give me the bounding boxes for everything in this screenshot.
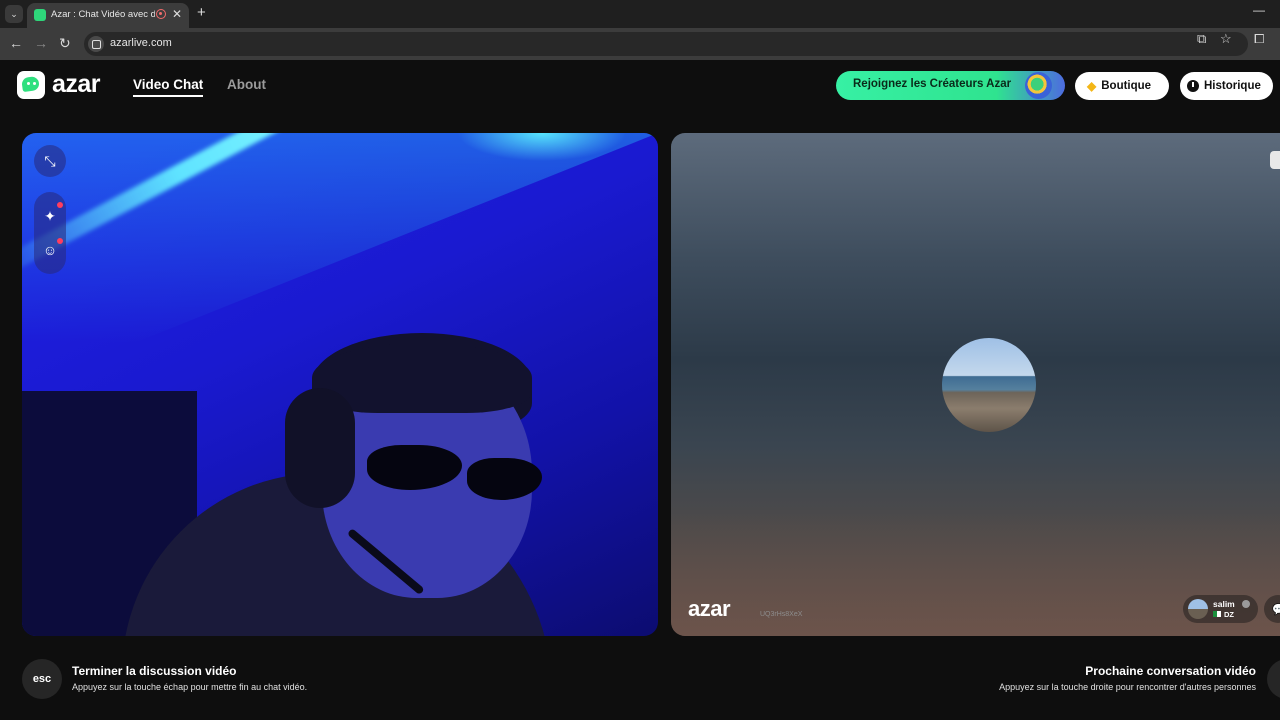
browser-address-bar: ← → ↻ azarlive.com ⧉ ☆ ⧠: [0, 28, 1280, 60]
next-key-button[interactable]: [1267, 659, 1280, 699]
esc-key-button[interactable]: esc: [22, 659, 62, 699]
chat-bubble-icon: 💬: [1272, 603, 1280, 616]
azar-logo-icon[interactable]: [17, 71, 45, 99]
tab-list-button[interactable]: ⌄: [5, 5, 23, 23]
remote-user-country: DZ: [1224, 610, 1234, 619]
minimize-window-button[interactable]: —: [1253, 3, 1265, 17]
minimize-video-button[interactable]: ⤡: [34, 145, 66, 177]
collapse-icon: ⤡: [44, 152, 56, 169]
azar-logo-text[interactable]: azar: [52, 70, 101, 99]
recording-icon: [156, 9, 166, 19]
creators-badge-icon: [1025, 72, 1052, 99]
face-mask-icon: ☺: [42, 242, 58, 258]
gem-icon: ◆: [1087, 79, 1097, 93]
close-tab-icon[interactable]: ✕: [172, 7, 182, 21]
nav-about[interactable]: About: [227, 77, 266, 92]
browser-tab-azar[interactable]: Azar : Chat Vidéo avec de n ✕: [27, 3, 189, 28]
extensions-icon[interactable]: ⧠: [1254, 31, 1264, 47]
algeria-flag-icon: [1213, 611, 1221, 617]
boutique-button[interactable]: ◆ Boutique: [1075, 72, 1169, 100]
remote-user-avatar: [942, 338, 1036, 432]
remote-user-id: UQ3rHs8XeX: [760, 611, 803, 618]
join-creators-label: Rejoignez les Créateurs Azar: [853, 78, 1012, 90]
remote-user-chip-avatar: [1188, 599, 1208, 619]
url-text: azarlive.com: [110, 37, 172, 49]
clock-icon: [1187, 80, 1199, 92]
remote-azar-watermark: azar: [688, 596, 731, 621]
report-icon[interactable]: [1270, 151, 1280, 169]
forward-arrow-icon[interactable]: →: [34, 35, 48, 51]
end-chat-subtitle: Appuyez sur la touche échap pour mettre …: [72, 682, 308, 692]
new-tab-button[interactable]: +: [197, 4, 206, 21]
tab-title: Azar : Chat Vidéo avec de n: [51, 9, 155, 20]
end-chat-title: Terminer la discussion vidéo: [72, 664, 237, 678]
join-creators-button[interactable]: Rejoignez les Créateurs Azar: [836, 71, 1065, 100]
next-chat-subtitle: Appuyez sur la touche droite pour rencon…: [999, 682, 1256, 692]
chevron-down-icon: ⌄: [10, 8, 18, 19]
effects-control-group: ✦ ☺: [34, 192, 66, 274]
cast-icon[interactable]: ⧉: [1197, 31, 1206, 47]
magic-wand-icon: ✦: [44, 207, 56, 224]
back-arrow-icon[interactable]: ←: [9, 35, 23, 51]
remote-user-chip[interactable]: salim DZ: [1183, 595, 1258, 623]
nav-video-chat[interactable]: Video Chat: [133, 77, 204, 97]
bookmark-star-icon[interactable]: ☆: [1220, 31, 1232, 47]
url-field[interactable]: azarlive.com: [84, 32, 1248, 56]
next-chat-title: Prochaine conversation vidéo: [1085, 664, 1256, 678]
verified-badge-icon: [1242, 600, 1250, 608]
filter-notification-dot: [57, 202, 63, 208]
mask-notification-dot: [57, 238, 63, 244]
browser-tab-bar: ⌄ Azar : Chat Vidéo avec de n ✕ + —: [0, 0, 1280, 28]
reload-icon[interactable]: ↻: [59, 35, 71, 52]
azar-favicon-icon: [34, 9, 46, 21]
site-info-icon[interactable]: [88, 36, 104, 52]
remote-video-feed: azar UQ3rHs8XeX salim DZ 💬: [671, 133, 1280, 636]
historique-button[interactable]: Historique: [1180, 72, 1273, 100]
boutique-label: Boutique: [1101, 80, 1152, 92]
esc-key-label: esc: [32, 673, 52, 685]
remote-user-name: salim: [1213, 599, 1235, 609]
historique-label: Historique: [1204, 80, 1261, 92]
local-video-feed: [22, 133, 658, 636]
